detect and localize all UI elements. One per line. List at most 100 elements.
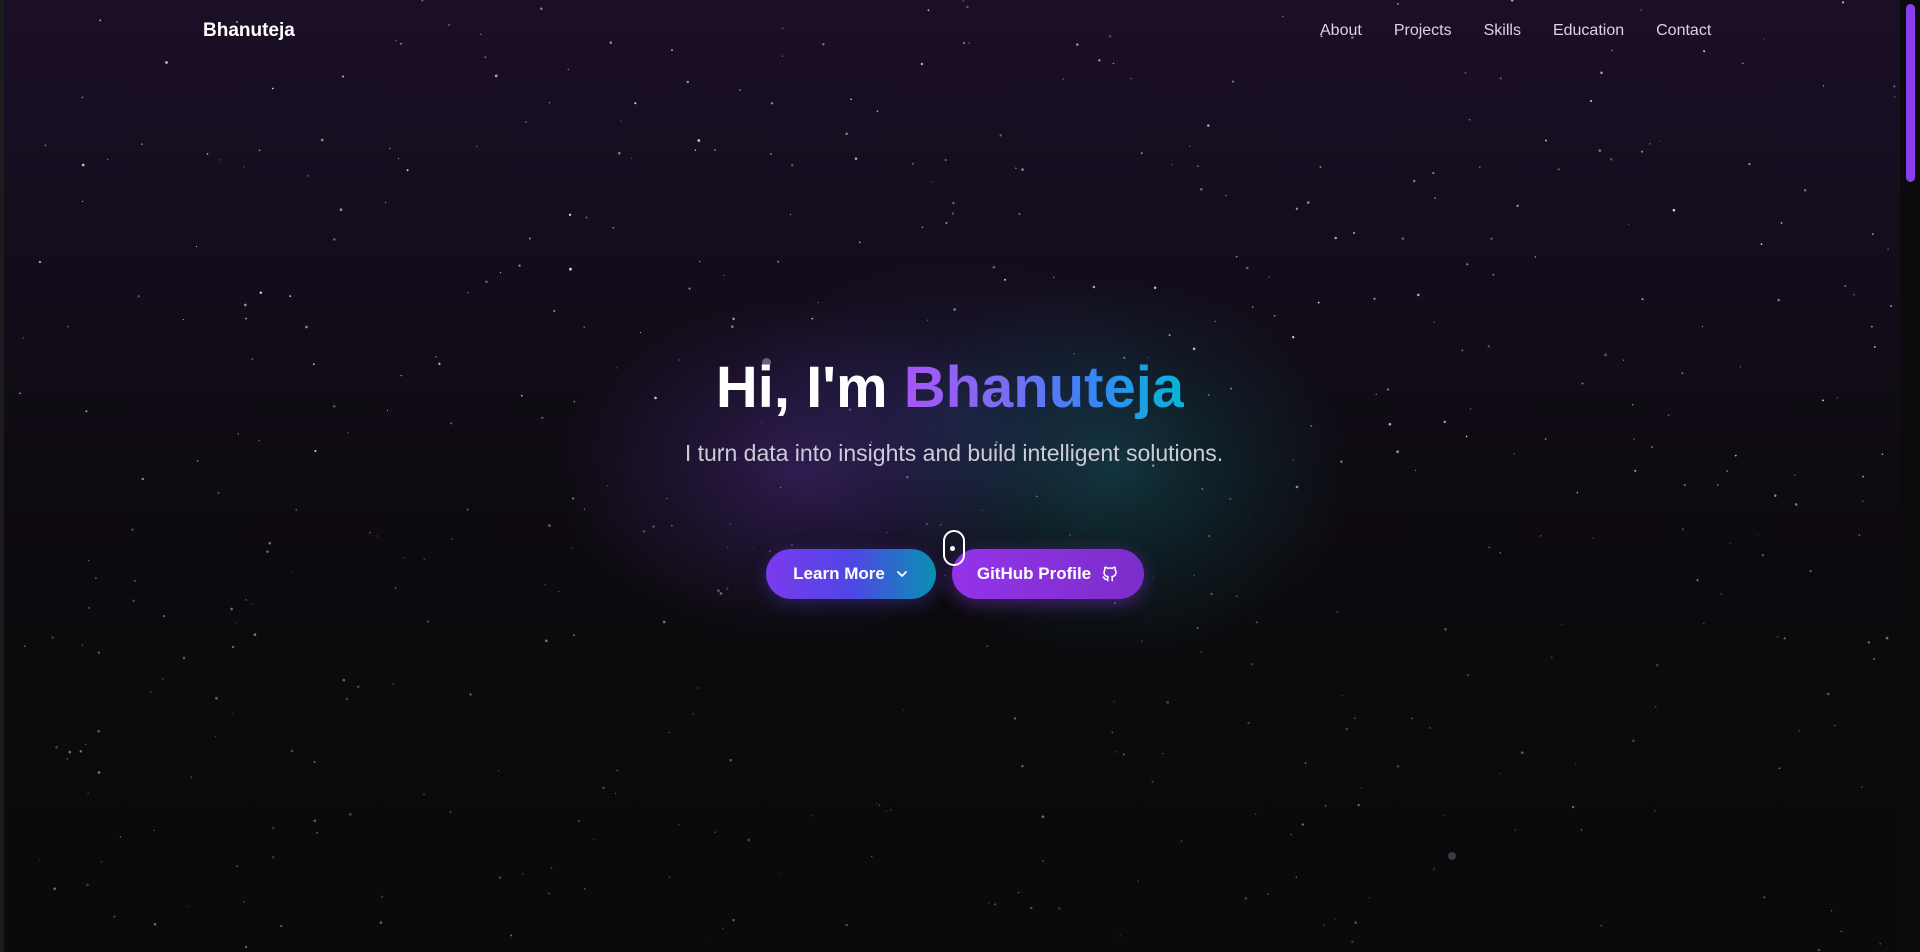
star	[268, 541, 272, 545]
star	[379, 921, 383, 924]
star	[81, 644, 83, 646]
star	[719, 592, 723, 595]
star	[1111, 731, 1113, 734]
star	[1757, 535, 1759, 537]
star	[51, 636, 54, 639]
star	[944, 574, 946, 577]
scrollbar-thumb[interactable]	[1906, 4, 1915, 182]
star	[345, 697, 349, 701]
star	[1890, 305, 1892, 307]
star	[243, 166, 245, 168]
github-profile-button[interactable]: GitHub Profile	[952, 549, 1144, 599]
star	[988, 902, 990, 904]
star	[44, 144, 47, 146]
star	[952, 201, 955, 205]
star	[421, 0, 424, 2]
star	[1434, 197, 1436, 200]
star	[1580, 829, 1583, 831]
star	[87, 559, 90, 562]
star	[1703, 622, 1705, 625]
star	[1412, 179, 1416, 183]
star	[1798, 730, 1801, 732]
star	[1140, 152, 1143, 155]
mouse-scroll-icon	[943, 530, 965, 566]
star	[1245, 266, 1249, 270]
star	[1780, 222, 1783, 224]
star	[811, 815, 813, 817]
star	[634, 102, 637, 105]
star	[1197, 165, 1199, 167]
brand-logo[interactable]: Bhanuteja	[203, 20, 295, 42]
star	[939, 523, 942, 526]
star	[1774, 494, 1777, 497]
star	[1189, 145, 1191, 148]
star	[1137, 880, 1139, 883]
star	[1166, 701, 1169, 704]
star	[1611, 49, 1613, 52]
star	[119, 835, 122, 838]
star	[182, 656, 186, 660]
learn-more-button[interactable]: Learn More	[766, 549, 936, 599]
star	[553, 309, 556, 313]
star	[467, 291, 469, 294]
star	[678, 824, 680, 826]
star	[1516, 204, 1519, 208]
star	[876, 110, 879, 113]
star	[132, 599, 135, 603]
star	[671, 49, 673, 52]
nav-link-projects[interactable]: Projects	[1394, 22, 1452, 40]
star	[1561, 623, 1563, 625]
star	[1534, 256, 1536, 258]
star	[573, 634, 575, 637]
star	[1466, 674, 1469, 677]
star	[999, 134, 1002, 137]
star	[1207, 124, 1210, 127]
star	[606, 485, 608, 487]
star	[732, 918, 735, 922]
star	[1641, 297, 1644, 301]
star	[1763, 38, 1765, 40]
star	[607, 797, 609, 799]
star	[921, 226, 924, 229]
star	[1414, 469, 1417, 472]
star	[544, 584, 546, 586]
star	[1492, 273, 1495, 276]
star	[845, 132, 848, 136]
star	[583, 508, 586, 510]
star	[376, 535, 378, 537]
star	[571, 547, 573, 549]
star	[1069, 533, 1072, 537]
star	[1632, 739, 1635, 742]
star	[1319, 165, 1322, 169]
star	[1053, 276, 1055, 278]
star	[510, 934, 513, 937]
star	[953, 308, 957, 311]
star	[722, 927, 725, 930]
star	[1432, 867, 1435, 870]
star	[1200, 188, 1203, 191]
scrollbar[interactable]	[1900, 0, 1920, 952]
star	[1777, 298, 1780, 302]
star	[271, 87, 274, 90]
star	[97, 771, 101, 774]
star	[1229, 497, 1232, 500]
star	[1858, 534, 1861, 536]
star	[1092, 285, 1096, 289]
star	[781, 55, 783, 57]
star	[583, 326, 585, 328]
star	[1510, 0, 1514, 2]
star	[497, 769, 500, 772]
learn-more-label: Learn More	[793, 564, 885, 583]
nav-link-skills[interactable]: Skills	[1484, 22, 1521, 40]
star	[1871, 326, 1873, 328]
nav-link-contact[interactable]: Contact	[1656, 22, 1711, 40]
page: Bhanuteja About Projects Skills Educatio…	[0, 0, 1920, 952]
star	[951, 212, 954, 215]
nav-link-about[interactable]: About	[1320, 22, 1362, 40]
nav-link-education[interactable]: Education	[1553, 22, 1624, 40]
star	[38, 860, 41, 862]
star	[398, 158, 400, 160]
star	[244, 945, 248, 949]
star	[1244, 897, 1248, 900]
star	[484, 56, 487, 58]
